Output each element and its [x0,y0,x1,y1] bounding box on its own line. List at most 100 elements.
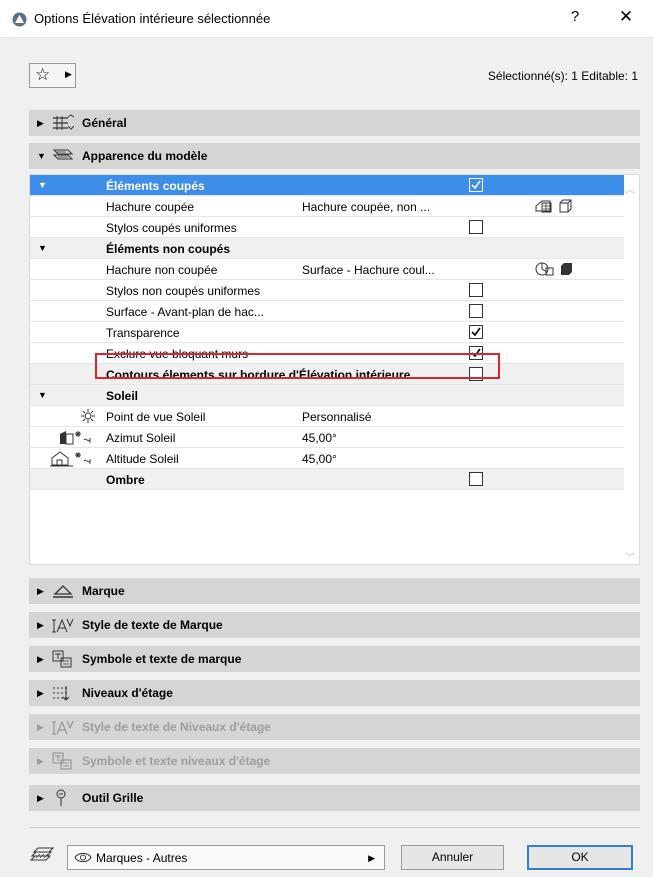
uncut-fill-icons[interactable] [534,261,594,278]
exclude-blocking-walls-checkbox[interactable] [469,346,483,360]
settings-tree[interactable]: ▼ Éléments coupés Hachure coupée Hachure… [29,174,640,565]
tree-row-uncut-elements[interactable]: ▼ Éléments non coupés [30,238,624,259]
row-label: Hachure coupée [106,200,195,214]
collapse-arrow-icon[interactable]: ▼ [38,180,47,190]
row-value[interactable]: Surface - Hachure coul... [302,263,435,277]
panel-general[interactable]: ▶ Général [29,110,640,136]
model-appearance-icon [52,149,74,160]
tree-row-shadow[interactable]: Ombre [30,469,624,490]
panel-story-levels-symbol-text: ▶ Symbole et texte niveaux d'étage [29,748,640,774]
marker-icon [53,585,73,598]
footer-divider [29,827,640,828]
symbol-text-icon [52,752,72,770]
tree-row-transparency[interactable]: Transparence [30,322,624,343]
row-label: Hachure non coupée [106,263,218,277]
tree-row-exclude-blocking-walls[interactable]: Exclure vue bloquant murs [30,343,624,364]
expand-arrow-icon: ▶ [37,688,44,698]
panel-story-levels-text-style: ▶ Style de texte de Niveaux d'étage [29,714,640,740]
panel-label: Symbole et texte niveaux d'étage [82,754,271,768]
row-label: Transparence [106,326,180,340]
row-label: Soleil [106,389,139,403]
cut-fill-icons[interactable] [534,198,594,215]
scroll-down-icon[interactable]: ﹀ [625,549,635,564]
checkmark-icon [471,327,481,337]
row-label: Altitude Soleil [106,452,179,466]
row-value[interactable]: 45,00° [302,452,337,466]
expand-arrow-icon: ▶ [37,654,44,664]
selection-info: Sélectionné(s): 1 Editable: 1 [487,69,638,83]
row-value[interactable]: Hachure coupée, non ... [302,200,430,214]
row-label: Azimut Soleil [106,431,176,445]
shadow-checkbox[interactable] [469,472,483,486]
checkmark-icon [471,180,481,190]
tree-row-uncut-fill[interactable]: Hachure non coupée Surface - Hachure cou… [30,259,624,280]
tree-row-sun-altitude[interactable]: Altitude Soleil 45,00° [30,448,624,469]
panel-label: Style de texte de Marque [82,618,223,632]
panel-marker-symbol-text[interactable]: ▶ Symbole et texte de marque [29,646,640,672]
chevron-right-icon: ▶ [368,853,375,863]
tree-row-sun[interactable]: ▼ Soleil [30,385,624,406]
row-label: Exclure vue bloquant murs [106,347,249,361]
tree-row-sun-viewpoint[interactable]: Point de vue Soleil Personnalisé [30,406,624,427]
row-label: Ombre [106,473,145,487]
panel-label: Outil Grille [82,791,144,805]
element-contours-checkbox[interactable] [469,367,483,381]
chevron-right-icon: ▶ [65,69,72,79]
surface-foreground-checkbox[interactable] [469,304,483,318]
row-label: Stylos coupés uniformes [106,221,237,235]
layer-dropdown[interactable]: Marques - Autres ▶ [67,845,385,870]
row-label: Surface - Avant-plan de hac... [106,305,264,319]
panel-label: Apparence du modèle [82,149,208,163]
expand-arrow-icon: ▶ [37,118,44,128]
sun-icon [81,409,95,423]
panel-label: Style de texte de Niveaux d'étage [82,720,271,734]
tree-row-sun-azimuth[interactable]: Azimut Soleil 45,00° [30,427,624,448]
checkmark-icon [471,348,481,358]
panel-marker[interactable]: ▶ Marque [29,578,640,604]
row-label: Éléments coupés [106,179,205,193]
window-title: Options Élévation intérieure sélectionné… [34,11,271,26]
row-value[interactable]: Personnalisé [302,410,371,424]
layer-dropdown-value: Marques - Autres [96,851,188,865]
panel-marker-text-style[interactable]: ▶ Style de texte de Marque [29,612,640,638]
symbol-text-icon [52,650,72,668]
tree-row-uniform-uncut-pens[interactable]: Stylos non coupés uniformes [30,280,624,301]
azimuth-icon [60,431,91,445]
collapse-arrow-icon[interactable]: ▼ [38,243,47,253]
tree-row-cut-elements[interactable]: ▼ Éléments coupés [30,175,624,196]
uniform-cut-pens-checkbox[interactable] [469,220,483,234]
close-button[interactable]: ✕ [614,7,638,27]
collapse-arrow-icon[interactable]: ▼ [38,390,47,400]
title-bar: Options Élévation intérieure sélectionné… [0,0,653,38]
panel-story-levels[interactable]: ▶ Niveaux d'étage [29,680,640,706]
cancel-button[interactable]: Annuler [401,845,504,870]
row-label: Stylos non coupés uniformes [106,284,261,298]
row-label: Éléments non coupés [106,242,231,256]
tree-row-element-contours[interactable]: Contours élements sur bordure d'Élévatio… [30,364,624,385]
panel-grid-tool[interactable]: ▶ Outil Grille [29,785,640,811]
uniform-uncut-pens-checkbox[interactable] [469,283,483,297]
story-levels-icon [53,686,70,701]
tree-row-uniform-cut-pens[interactable]: Stylos coupés uniformes [30,217,624,238]
favorites-button[interactable]: ☆ ▶ [29,63,76,88]
cut-elements-checkbox[interactable] [469,178,483,192]
expand-arrow-icon: ▶ [37,793,44,803]
panel-label: Niveaux d'étage [82,686,173,700]
expand-arrow-icon: ▶ [37,620,44,630]
panel-model-appearance[interactable]: ▼ Apparence du modèle [29,143,640,169]
tree-row-surface-foreground[interactable]: Surface - Avant-plan de hac... [30,301,624,322]
help-button[interactable]: ? [565,8,585,25]
ok-button[interactable]: OK [527,845,633,870]
grid-tool-icon [56,789,66,806]
text-style-icon [52,618,74,633]
tree-row-cut-fill[interactable]: Hachure coupée Hachure coupée, non ... [30,196,624,217]
panel-label: Symbole et texte de marque [82,652,242,666]
scroll-up-icon[interactable]: ︿ [625,181,635,196]
row-label: Contours élements sur bordure d'Élévatio… [106,368,411,382]
text-style-icon [52,720,74,735]
layers-icon[interactable] [30,846,54,864]
star-icon: ☆ [35,65,51,84]
transparency-checkbox[interactable] [469,325,483,339]
altitude-icon [50,451,91,467]
row-value[interactable]: 45,00° [302,431,337,445]
